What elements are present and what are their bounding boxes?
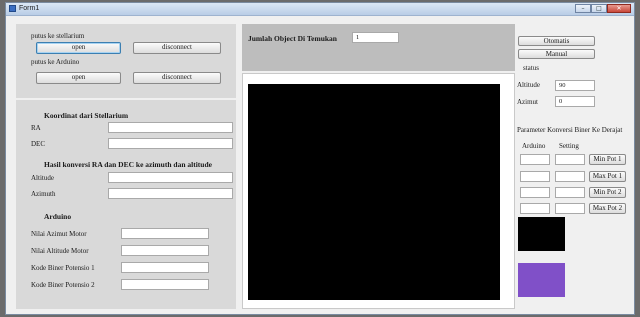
max-pot1-button[interactable]: Max Pot 1	[589, 171, 626, 182]
min-pot2-button[interactable]: Min Pot 2	[589, 187, 626, 198]
data-panel: Koordinat dari Stellarium RA DEC Hasil k…	[16, 100, 236, 309]
window-title: Form1	[19, 5, 40, 12]
max-pot1-setting-field[interactable]	[555, 171, 585, 182]
altitude-label: Altitude	[31, 174, 54, 182]
stellarium-open-button[interactable]: open	[36, 42, 121, 54]
min-pot1-arduino-field[interactable]	[520, 154, 550, 165]
azimuth-label: Azimuth	[31, 190, 56, 198]
ra-label: RA	[31, 124, 41, 132]
otomatis-button[interactable]: Otomatis	[518, 36, 595, 46]
potensio1-field[interactable]	[121, 262, 209, 273]
min-pot1-button[interactable]: Min Pot 1	[589, 154, 626, 165]
altitude-motor-field[interactable]	[121, 245, 209, 256]
right-azimut-label: Azimut	[517, 98, 538, 106]
max-pot2-setting-field[interactable]	[555, 203, 585, 214]
stellarium-connection-label: putus ke stellarium	[31, 32, 85, 40]
arduino-connection-label: putus ke Arduino	[31, 58, 80, 66]
koordinat-heading: Koordinat dari Stellarium	[44, 111, 129, 120]
camera-view	[248, 84, 500, 300]
maximize-button[interactable]: □	[591, 4, 607, 13]
potensio2-label: Kode Biner Potensio 2	[31, 281, 95, 289]
window-controls: – □ ✕	[575, 4, 631, 13]
azimut-motor-field[interactable]	[121, 228, 209, 239]
minimize-button[interactable]: –	[575, 4, 591, 13]
app-icon	[9, 5, 16, 12]
col-arduino-header: Arduino	[522, 142, 546, 150]
object-count-field[interactable]: 1	[352, 32, 399, 43]
min-pot1-setting-field[interactable]	[555, 154, 585, 165]
close-button[interactable]: ✕	[607, 4, 631, 13]
max-pot2-button[interactable]: Max Pot 2	[589, 203, 626, 214]
main-window: Form1 – □ ✕ putus ke stellarium open dis…	[5, 2, 635, 315]
object-count-label: Jumlah Object Di Temukan	[248, 34, 337, 43]
azimuth-field[interactable]	[108, 188, 233, 199]
dec-field[interactable]	[108, 138, 233, 149]
altitude-motor-label: Nilai Altitude Motor	[31, 247, 89, 255]
min-pot2-arduino-field[interactable]	[520, 187, 550, 198]
ra-field[interactable]	[108, 122, 233, 133]
arduino-heading: Arduino	[44, 212, 72, 221]
param-heading: Parameter Konversi Biner Ke Derajat	[517, 126, 623, 134]
azimut-motor-label: Nilai Azimut Motor	[31, 230, 87, 238]
black-color-swatch	[518, 217, 565, 251]
camera-panel	[242, 73, 515, 309]
stellarium-disconnect-button[interactable]: disconnect	[133, 42, 221, 54]
altitude-field[interactable]	[108, 172, 233, 183]
max-pot2-arduino-field[interactable]	[520, 203, 550, 214]
manual-button[interactable]: Manual	[518, 49, 595, 59]
right-altitude-label: Altitude	[517, 81, 540, 89]
arduino-open-button[interactable]: open	[36, 72, 121, 84]
connection-panel: putus ke stellarium open disconnect putu…	[16, 24, 236, 98]
right-azimut-field[interactable]: 0	[555, 96, 595, 107]
purple-color-swatch	[518, 263, 565, 297]
potensio1-label: Kode Biner Potensio 1	[31, 264, 95, 272]
min-pot2-setting-field[interactable]	[555, 187, 585, 198]
right-altitude-field[interactable]: 90	[555, 80, 595, 91]
konversi-heading: Hasil konversi RA dan DEC ke azimuth dan…	[44, 160, 212, 169]
dec-label: DEC	[31, 140, 45, 148]
max-pot1-arduino-field[interactable]	[520, 171, 550, 182]
arduino-disconnect-button[interactable]: disconnect	[133, 72, 221, 84]
status-label: status	[523, 64, 539, 72]
title-bar: Form1 – □ ✕	[6, 3, 634, 16]
object-count-panel: Jumlah Object Di Temukan 1	[242, 24, 515, 71]
potensio2-field[interactable]	[121, 279, 209, 290]
col-setting-header: Setting	[559, 142, 579, 150]
